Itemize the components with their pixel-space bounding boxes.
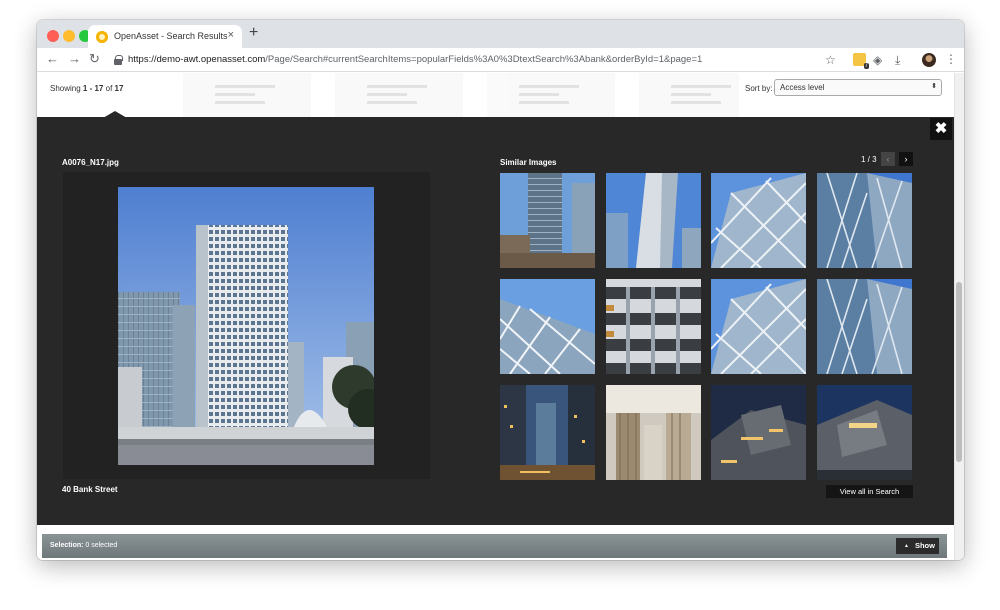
address-bar[interactable]: https://demo-awt.openasset.com/Page/Sear… [128,54,702,65]
similar-image-thumbnail[interactable] [500,279,595,374]
similar-image-thumbnail[interactable] [605,279,701,374]
browser-toolbar: ← → ↻ https://demo-awt.openasset.com/Pag… [37,48,964,72]
profile-avatar[interactable] [922,53,936,67]
browser-window: OpenAsset - Search Results × + ← → ↻ htt… [37,20,964,560]
results-count: Showing 1 - 17 of 17 [50,84,123,93]
close-window-button[interactable] [47,30,59,42]
preview-filename: A0076_N17.jpg [62,158,119,167]
tab-title: OpenAsset - Search Results [114,31,228,41]
similar-images-grid [500,173,912,480]
results-header: Showing 1 - 17 of 17 Sort by: Access lev… [37,73,964,118]
view-all-in-search-button[interactable]: View all in Search [826,485,913,498]
similar-image-thumbnail[interactable] [605,385,701,480]
minimize-window-button[interactable] [63,30,75,42]
page-scrollbar-thumb[interactable] [956,282,962,462]
similar-image-thumbnail[interactable] [816,279,912,374]
image-preview-panel: ✖ A0076_N17.jpg 40 Bank Street Similar I… [37,117,954,525]
openasset-favicon-icon [96,31,108,43]
lock-icon[interactable] [114,55,123,65]
reload-icon[interactable]: ↻ [89,51,100,67]
bookmark-star-icon[interactable]: ☆ [825,53,836,67]
forward-arrow-icon[interactable]: → [68,51,81,66]
selection-status: Selection: 0 selected [50,542,117,549]
background-result-card [639,73,739,117]
background-result-card [335,73,463,117]
download-icon[interactable]: ⤓ [895,53,900,68]
similar-prev-button[interactable]: ‹ [881,152,895,166]
tab-close-icon[interactable]: × [228,29,234,41]
back-arrow-icon[interactable]: ← [46,51,59,66]
similar-image-thumbnail[interactable] [711,173,806,268]
results-count-of: of [103,84,115,93]
results-count-prefix: Showing [50,84,83,93]
background-result-card [487,73,615,117]
similar-next-button[interactable]: › [899,152,913,166]
similar-image-thumbnail[interactable] [711,385,806,480]
selection-count: 0 selected [83,542,118,549]
show-selection-button[interactable]: ▲ Show [896,538,939,554]
similar-image-thumbnail[interactable] [711,279,806,374]
tab-bar: OpenAsset - Search Results × + [37,20,964,48]
selection-bar: Selection: 0 selected ▲ Show [42,534,947,558]
page-content: Showing 1 - 17 of 17 Sort by: Access lev… [37,73,964,560]
sort-by-label: Sort by: [745,84,773,93]
main-image[interactable] [118,187,374,465]
results-count-total: 17 [114,84,124,93]
similar-images-title: Similar Images [500,158,557,167]
sort-by-select[interactable]: Access level ⬍ [774,79,942,96]
sort-by-value: Access level [780,83,825,92]
browser-menu-icon[interactable]: ⋮ [945,52,957,66]
similar-pager: 1 / 3 [861,155,877,164]
extension-badge: 7 [863,63,869,69]
extension-shield-icon[interactable]: ◈ [873,53,882,67]
similar-image-thumbnail[interactable] [500,173,595,268]
browser-tab[interactable]: OpenAsset - Search Results × [88,25,242,48]
url-host: https://demo-awt.openasset.com [128,54,266,65]
results-count-range: 1 - 17 [82,84,104,93]
preview-caption: 40 Bank Street [62,485,118,494]
close-preview-button[interactable]: ✖ [930,118,952,140]
new-tab-button[interactable]: + [249,24,258,42]
extension-icon[interactable]: 7 [853,53,869,69]
select-arrows-icon: ⬍ [931,83,937,90]
background-result-card [183,73,311,117]
similar-image-thumbnail[interactable] [605,173,701,268]
main-image-frame [63,172,430,479]
similar-image-thumbnail[interactable] [500,385,595,480]
show-selection-label: Show [914,541,935,550]
similar-image-thumbnail[interactable] [816,385,912,480]
similar-image-thumbnail[interactable] [816,173,912,268]
chevron-up-icon: ▲ [904,543,909,549]
url-path: /Page/Search#currentSearchItems=popularF… [265,54,703,65]
selection-label: Selection: [50,542,84,549]
